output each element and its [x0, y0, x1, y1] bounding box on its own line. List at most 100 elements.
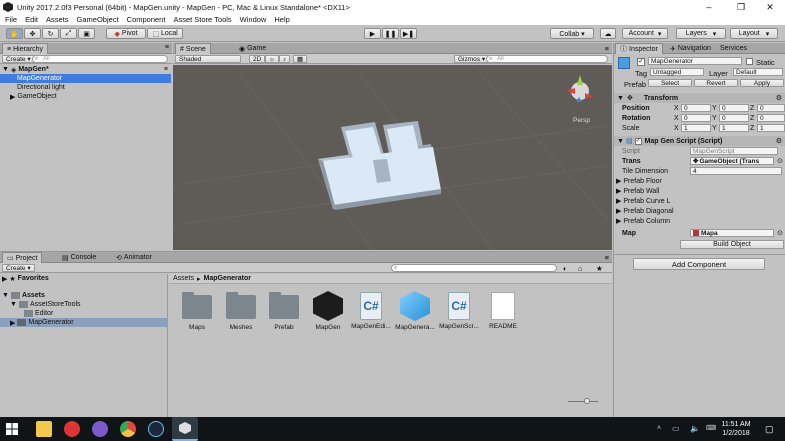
minimize-button[interactable]: – [694, 0, 724, 14]
panel-menu-icon[interactable]: ≡ [605, 253, 609, 262]
effects-toggle[interactable]: ▦ [293, 55, 308, 63]
windows-start-icon[interactable] [4, 421, 20, 437]
object-name-field[interactable]: MapGenerator [648, 57, 742, 65]
foldout-prefab-wall[interactable]: ▶ Prefab Wall [614, 186, 782, 196]
panel-menu-icon[interactable]: ≡ [605, 44, 609, 53]
hierarchy-search-input[interactable]: ⌕ All [32, 55, 168, 63]
tab-services[interactable]: Services [716, 43, 751, 54]
scale-y-field[interactable]: 1 [719, 124, 749, 132]
asset-mapgen-scene[interactable]: MapGen [306, 291, 350, 331]
pivot-button[interactable]: ◆ Pivot [106, 28, 146, 39]
add-component-button[interactable]: Add Component [633, 258, 765, 270]
scene-search-input[interactable]: ⌕ All [486, 55, 608, 63]
notifications-icon[interactable]: ▢ [765, 424, 774, 435]
move-tool-button[interactable]: ✥ [24, 28, 41, 39]
maximize-button[interactable]: ❐ [726, 0, 756, 14]
favorites-row[interactable]: ▶ ★ Favorites [0, 274, 168, 283]
menu-assets[interactable]: Assets [46, 15, 69, 24]
hierarchy-item-gameobject[interactable]: ▶ GameObject [0, 92, 171, 101]
zoom-slider-thumb[interactable] [584, 398, 590, 404]
app-purple-icon[interactable] [92, 421, 108, 437]
tag-dropdown[interactable]: Untagged [650, 68, 704, 76]
prefab-select-button[interactable]: Select [648, 79, 692, 87]
chrome-icon[interactable] [120, 421, 136, 437]
gizmos-dropdown[interactable]: Gizmos ▾ [454, 55, 490, 63]
hand-tool-button[interactable]: ✋ [6, 28, 23, 39]
tab-navigation[interactable]: ✈ Navigation [666, 43, 715, 54]
tab-inspector[interactable]: ⓘ Inspector [615, 43, 663, 54]
tab-game[interactable]: ◉ Game [235, 43, 270, 54]
unity-taskbar-icon[interactable] [172, 417, 198, 441]
close-button[interactable]: ✕ [755, 0, 785, 14]
scene-menu-icon[interactable]: ≡ [164, 66, 168, 73]
lighting-toggle[interactable]: ☼ [265, 55, 279, 63]
language-icon[interactable]: ⌨ [706, 424, 716, 432]
menu-component[interactable]: Component [127, 15, 166, 24]
network-icon[interactable]: ▭ [672, 424, 680, 433]
tray-up-icon[interactable]: ˄ [657, 425, 661, 432]
scale-z-field[interactable]: 1 [757, 124, 785, 132]
play-button[interactable]: ▶ [364, 28, 381, 39]
prefab-apply-button[interactable]: Apply [740, 79, 784, 87]
scale-x-field[interactable]: 1 [681, 124, 711, 132]
hierarchy-item-mapgenerator[interactable]: MapGenerator [0, 74, 171, 83]
cloud-button[interactable]: ☁ [600, 28, 616, 39]
account-dropdown[interactable]: Account ▾ [622, 28, 668, 39]
asset-readme[interactable]: README [481, 292, 525, 330]
tree-assetstoretools[interactable]: ▼ AssetStoreTools [0, 300, 168, 309]
script-component-header[interactable]: ▼ ▤ ✓ Map Gen Script (Script) ⚙ [614, 136, 785, 146]
tree-mapgenerator[interactable]: ▶ MapGenerator [0, 318, 168, 327]
steam-icon[interactable] [148, 421, 164, 437]
asset-meshes[interactable]: Meshes [219, 292, 263, 331]
zoom-slider-track[interactable] [568, 401, 598, 402]
panel-menu-icon[interactable]: ≡ [165, 44, 169, 51]
persp-label[interactable]: Persp [573, 117, 590, 124]
orientation-gizmo[interactable] [566, 75, 594, 102]
collab-button[interactable]: Collab ▾ [550, 28, 594, 39]
tab-hierarchy[interactable]: ≡ Hierarchy [2, 43, 49, 54]
tile-dimension-field[interactable]: 4 [690, 167, 782, 175]
local-button[interactable]: ⬚ Local [147, 28, 183, 39]
settings-gear-icon[interactable]: ⚙ [776, 137, 782, 145]
asset-prefab-folder[interactable]: Prefab [262, 292, 306, 331]
object-picker-icon[interactable]: ⊙ [777, 229, 783, 237]
favorite-star-icon[interactable]: ★ [596, 264, 603, 273]
scene-viewport[interactable]: Persp [173, 65, 612, 250]
build-object-button[interactable]: Build Object [680, 240, 784, 249]
menu-gameobject[interactable]: GameObject [77, 15, 119, 24]
trans-object-field[interactable]: ✥ GameObject (Trans [690, 157, 774, 165]
tree-editor[interactable]: Editor [0, 309, 168, 318]
filter-type-icon[interactable]: ◐ [563, 264, 568, 273]
map-texture-field[interactable]: Mapa [690, 229, 774, 237]
menu-edit[interactable]: Edit [25, 15, 38, 24]
clock[interactable]: 11:51 AM 1/2/2018 [716, 420, 756, 438]
settings-gear-icon[interactable]: ⚙ [776, 94, 782, 102]
active-checkbox[interactable]: ✓ [637, 58, 645, 66]
transform-header[interactable]: ▼ ✥ Transform ⚙ [614, 93, 785, 103]
scene-root-row[interactable]: ▼ ◈ MapGen* ≡ [0, 65, 171, 74]
asset-mapgenscript[interactable]: C# MapGenScr... [437, 292, 481, 330]
project-search-input[interactable]: ⌕ [391, 264, 557, 272]
asset-maps[interactable]: Maps [175, 292, 219, 331]
tab-console[interactable]: ▤ Console [58, 252, 100, 263]
rect-tool-button[interactable]: ▣ [78, 28, 95, 39]
layers-dropdown[interactable]: Layers ▾ [676, 28, 726, 39]
file-explorer-icon[interactable] [36, 421, 52, 437]
audio-toggle[interactable]: ♪ [279, 55, 291, 63]
hierarchy-create-button[interactable]: Create ▾ [2, 55, 35, 63]
breadcrumb-assets[interactable]: Assets [173, 275, 194, 282]
filter-label-icon[interactable]: ⌂ [578, 264, 583, 273]
breadcrumb-mapgenerator[interactable]: MapGenerator [204, 275, 251, 282]
foldout-prefab-curve-l[interactable]: ▶ Prefab Curve L [614, 196, 782, 206]
enabled-checkbox[interactable]: ✓ [634, 137, 642, 145]
position-y-field[interactable]: 0 [719, 104, 749, 112]
hierarchy-item-directional-light[interactable]: Directional light [0, 83, 171, 92]
volume-icon[interactable]: 🔈 [690, 424, 700, 433]
menu-window[interactable]: Window [240, 15, 267, 24]
tab-project[interactable]: ▭ Project [2, 252, 43, 263]
shading-dropdown[interactable]: Shaded [175, 55, 241, 63]
tree-assets[interactable]: ▼ Assets [0, 291, 168, 300]
menu-help[interactable]: Help [274, 15, 289, 24]
rotation-x-field[interactable]: 0 [681, 114, 711, 122]
layer-dropdown[interactable]: Default [733, 68, 783, 76]
